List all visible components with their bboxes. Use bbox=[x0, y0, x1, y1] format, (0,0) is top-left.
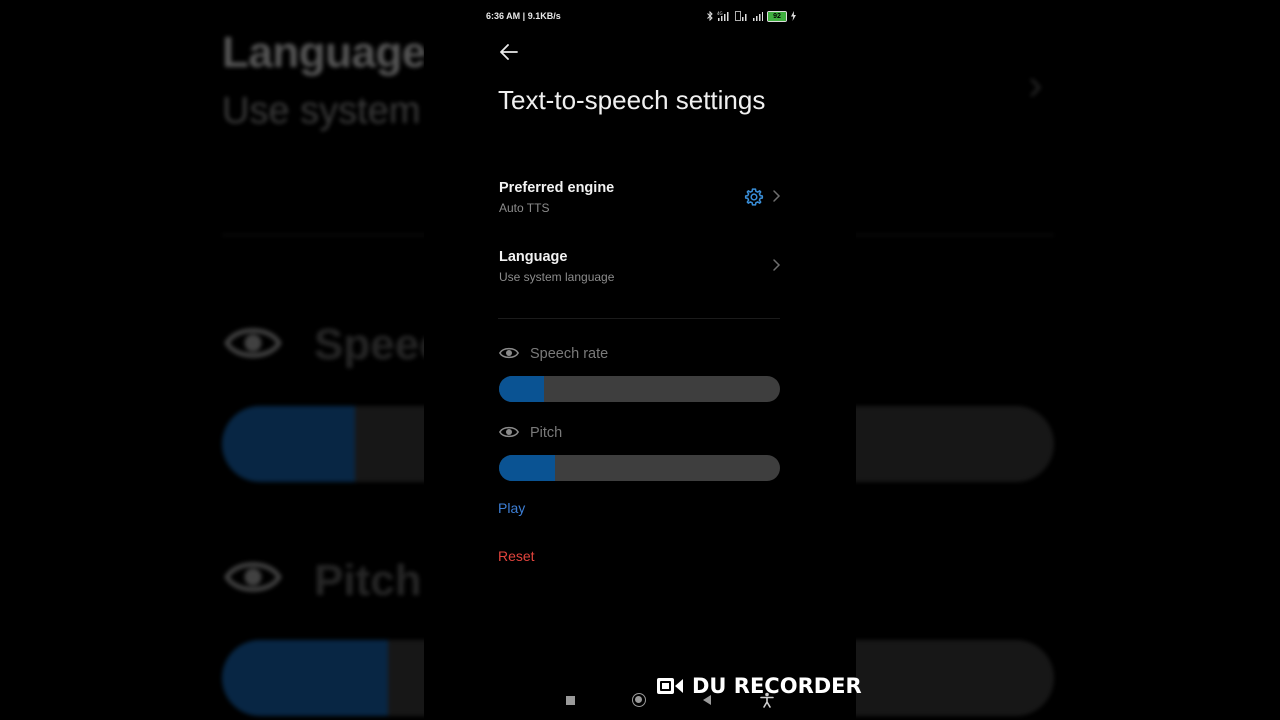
svg-text:4G: 4G bbox=[717, 11, 723, 16]
chevron-right-icon bbox=[773, 190, 781, 202]
pitch-label: Pitch bbox=[530, 425, 563, 441]
language-value: Use system language bbox=[499, 270, 615, 284]
reset-button[interactable]: Reset bbox=[498, 548, 535, 564]
preferred-engine-value: Auto TTS bbox=[499, 201, 550, 215]
pitch-header: Pitch bbox=[498, 423, 698, 445]
phone-screen: 6:36 AM | 9.1KB/s 4G 92 Text-to-speech s… bbox=[424, 0, 856, 720]
background-speech-rate-fill bbox=[222, 406, 356, 482]
preferred-engine-item[interactable]: Preferred engine Auto TTS bbox=[498, 174, 784, 222]
section-divider bbox=[498, 318, 780, 319]
pitch-slider[interactable] bbox=[499, 455, 780, 481]
language-label: Language bbox=[499, 249, 568, 265]
background-pitch-fill bbox=[222, 640, 389, 716]
background-pitch-label: Pitch bbox=[314, 556, 422, 605]
signal-volte-icon bbox=[735, 11, 747, 21]
play-button[interactable]: Play bbox=[498, 500, 525, 516]
video-camera-icon bbox=[657, 678, 683, 694]
background-language-label: Language bbox=[222, 28, 426, 77]
speech-rate-slider-fill bbox=[499, 376, 544, 402]
status-bar: 6:36 AM | 9.1KB/s 4G 92 bbox=[424, 0, 856, 32]
recorder-watermark: DU RECORDER bbox=[656, 672, 862, 700]
language-item[interactable]: Language Use system language bbox=[498, 243, 784, 291]
background-eye-icon bbox=[224, 562, 282, 592]
signal-bars-icon bbox=[753, 12, 763, 21]
battery-percent: 92 bbox=[773, 12, 781, 20]
home-circle-icon[interactable] bbox=[632, 693, 646, 707]
battery-icon: 92 bbox=[767, 10, 787, 22]
background-chevron-right-icon: › bbox=[1028, 60, 1043, 109]
signal-4g-icon: 4G bbox=[717, 11, 729, 21]
chevron-right-icon bbox=[773, 259, 781, 271]
speech-rate-header: Speech rate bbox=[498, 344, 698, 366]
recents-square-icon[interactable] bbox=[566, 696, 575, 705]
bluetooth-icon bbox=[707, 11, 713, 21]
screen-recording-frame: Language Use system language › Speech ra… bbox=[0, 0, 1280, 720]
watermark-text: DU RECORDER bbox=[692, 674, 862, 698]
speech-rate-slider[interactable] bbox=[499, 376, 780, 402]
preferred-engine-label: Preferred engine bbox=[499, 180, 615, 196]
pitch-slider-fill bbox=[499, 455, 556, 481]
eye-icon bbox=[499, 347, 519, 359]
eye-icon bbox=[499, 426, 519, 438]
gear-icon[interactable] bbox=[744, 187, 764, 207]
home-circle-dot bbox=[635, 696, 642, 703]
background-eye-icon bbox=[224, 328, 282, 358]
back-arrow-icon[interactable] bbox=[496, 40, 522, 64]
status-icons: 4G 92 bbox=[707, 9, 796, 23]
charging-bolt-icon bbox=[791, 11, 796, 21]
page-title: Text-to-speech settings bbox=[498, 85, 766, 115]
speech-rate-label: Speech rate bbox=[530, 346, 609, 362]
status-time-speed: 6:36 AM | 9.1KB/s bbox=[486, 11, 561, 21]
